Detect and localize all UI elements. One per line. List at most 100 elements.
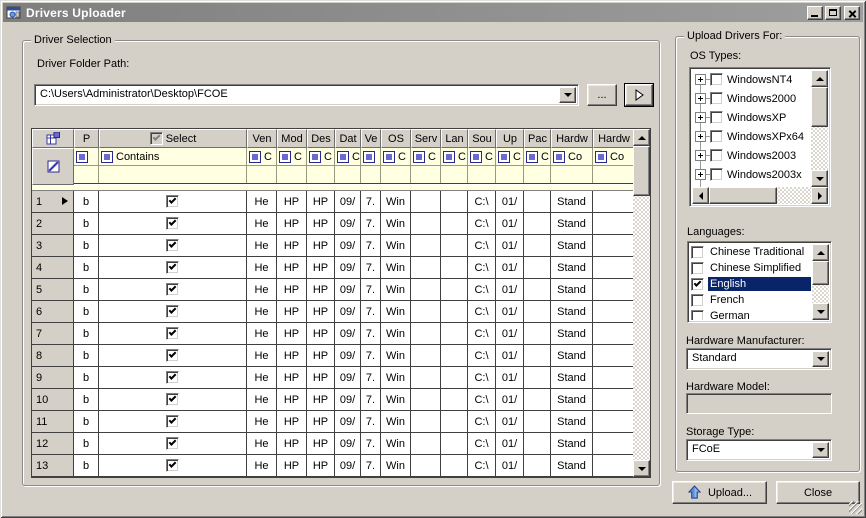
os-type-checkbox[interactable]	[710, 73, 723, 86]
cell-ven-2[interactable]: He	[247, 323, 277, 344]
os-type-checkbox[interactable]	[710, 92, 723, 105]
filter-condition-icon[interactable]	[101, 151, 113, 163]
cell-ve-6[interactable]: 7.	[361, 191, 381, 212]
cell-serv-8[interactable]	[411, 301, 441, 322]
column-header-select-1[interactable]: Select	[99, 129, 247, 148]
cell-des-4[interactable]: HP	[307, 279, 335, 300]
cell-lan-9[interactable]	[441, 455, 468, 476]
cell-dat-5[interactable]: 09/	[335, 301, 361, 322]
filter-value-cell-4[interactable]	[307, 166, 335, 183]
cell-os-7[interactable]: Win	[381, 433, 411, 454]
cell-up-11[interactable]: 01/	[496, 455, 524, 476]
cell-des-4[interactable]: HP	[307, 323, 335, 344]
cell-dat-5[interactable]: 09/	[335, 257, 361, 278]
cell-up-11[interactable]: 01/	[496, 213, 524, 234]
cell-select[interactable]	[99, 191, 247, 212]
cell-hardw-14[interactable]	[593, 279, 633, 300]
row-select-checkbox[interactable]	[166, 393, 179, 406]
cell-p[interactable]: b	[74, 455, 99, 476]
cell-dat-5[interactable]: 09/	[335, 367, 361, 388]
cell-select[interactable]	[99, 389, 247, 410]
filter-condition-icon[interactable]	[76, 151, 88, 163]
column-header-sou-10[interactable]: Sou	[468, 129, 496, 148]
cell-hardw-13[interactable]: Stand	[551, 235, 593, 256]
scroll-up-button[interactable]	[633, 129, 650, 146]
folder-path-dropdown-button[interactable]	[559, 87, 576, 103]
cell-hardw-13[interactable]: Stand	[551, 367, 593, 388]
cell-mod-3[interactable]: HP	[277, 367, 307, 388]
cell-des-4[interactable]: HP	[307, 235, 335, 256]
select-all-checkbox[interactable]	[150, 132, 163, 145]
cell-des-4[interactable]: HP	[307, 301, 335, 322]
scrollbar-thumb[interactable]	[812, 261, 829, 285]
language-item[interactable]: German	[691, 308, 811, 320]
filter-condition-icon[interactable]	[309, 151, 321, 163]
os-type-checkbox[interactable]	[710, 111, 723, 124]
language-checkbox[interactable]	[691, 262, 704, 275]
cell-mod-3[interactable]: HP	[277, 301, 307, 322]
cell-p[interactable]: b	[74, 323, 99, 344]
cell-hardw-13[interactable]: Stand	[551, 455, 593, 476]
cell-pac-12[interactable]	[524, 455, 551, 476]
cell-os-7[interactable]: Win	[381, 323, 411, 344]
cell-select[interactable]	[99, 455, 247, 476]
os-type-checkbox[interactable]	[710, 130, 723, 143]
cell-ven-2[interactable]: He	[247, 411, 277, 432]
cell-des-4[interactable]: HP	[307, 191, 335, 212]
os-type-item[interactable]: Windows2000	[693, 89, 810, 108]
cell-mod-3[interactable]: HP	[277, 323, 307, 344]
cell-ven-2[interactable]: He	[247, 257, 277, 278]
filter-cell-4[interactable]: C	[307, 148, 335, 165]
cell-hardw-14[interactable]	[593, 389, 633, 410]
cell-mod-3[interactable]: HP	[277, 345, 307, 366]
filter-cell-9[interactable]: C	[441, 148, 468, 165]
cell-dat-5[interactable]: 09/	[335, 235, 361, 256]
cell-hardw-14[interactable]	[593, 433, 633, 454]
filter-cell-1[interactable]: Contains	[99, 148, 247, 165]
cell-serv-8[interactable]	[411, 235, 441, 256]
cell-sou-10[interactable]: C:\	[468, 191, 496, 212]
cell-p[interactable]: b	[74, 257, 99, 278]
row-select-checkbox[interactable]	[166, 239, 179, 252]
cell-dat-5[interactable]: 09/	[335, 455, 361, 476]
column-header-dat-5[interactable]: Dat	[335, 129, 361, 148]
table-row[interactable]: 13bHeHPHP09/7.WinC:\01/Stand	[32, 455, 633, 477]
cell-up-11[interactable]: 01/	[496, 345, 524, 366]
filter-condition-icon[interactable]	[526, 151, 538, 163]
cell-up-11[interactable]: 01/	[496, 301, 524, 322]
cell-mod-3[interactable]: HP	[277, 279, 307, 300]
cell-dat-5[interactable]: 09/	[335, 433, 361, 454]
cell-os-7[interactable]: Win	[381, 257, 411, 278]
filter-cell-5[interactable]: C	[335, 148, 361, 165]
cell-serv-8[interactable]	[411, 455, 441, 476]
cell-os-7[interactable]: Win	[381, 367, 411, 388]
table-row[interactable]: 8bHeHPHP09/7.WinC:\01/Stand	[32, 345, 633, 367]
tree-expand-icon[interactable]	[695, 112, 706, 123]
cell-hardw-14[interactable]	[593, 301, 633, 322]
filter-value-cell-13[interactable]	[551, 166, 593, 183]
cell-serv-8[interactable]	[411, 389, 441, 410]
cell-mod-3[interactable]: HP	[277, 213, 307, 234]
filter-value-cell-0[interactable]	[74, 166, 99, 183]
cell-hardw-14[interactable]	[593, 213, 633, 234]
cell-os-7[interactable]: Win	[381, 345, 411, 366]
column-header-ven-2[interactable]: Ven	[247, 129, 277, 148]
filter-condition-icon[interactable]	[498, 151, 510, 163]
row-select-checkbox[interactable]	[166, 217, 179, 230]
titlebar[interactable]: Drivers Uploader	[3, 3, 863, 22]
cell-sou-10[interactable]: C:\	[468, 411, 496, 432]
cell-hardw-13[interactable]: Stand	[551, 433, 593, 454]
cell-dat-5[interactable]: 09/	[335, 191, 361, 212]
cell-ve-6[interactable]: 7.	[361, 389, 381, 410]
cell-dat-5[interactable]: 09/	[335, 213, 361, 234]
cell-p[interactable]: b	[74, 433, 99, 454]
cell-hardw-14[interactable]	[593, 411, 633, 432]
tree-expand-icon[interactable]	[695, 93, 706, 104]
cell-p[interactable]: b	[74, 345, 99, 366]
scroll-down-button[interactable]	[633, 460, 650, 477]
scroll-up-button[interactable]	[811, 70, 828, 87]
column-header-ve-6[interactable]: Ve	[361, 129, 381, 148]
scroll-up-button[interactable]	[812, 244, 829, 261]
cell-ve-6[interactable]: 7.	[361, 433, 381, 454]
filter-value-cell-11[interactable]	[496, 166, 524, 183]
